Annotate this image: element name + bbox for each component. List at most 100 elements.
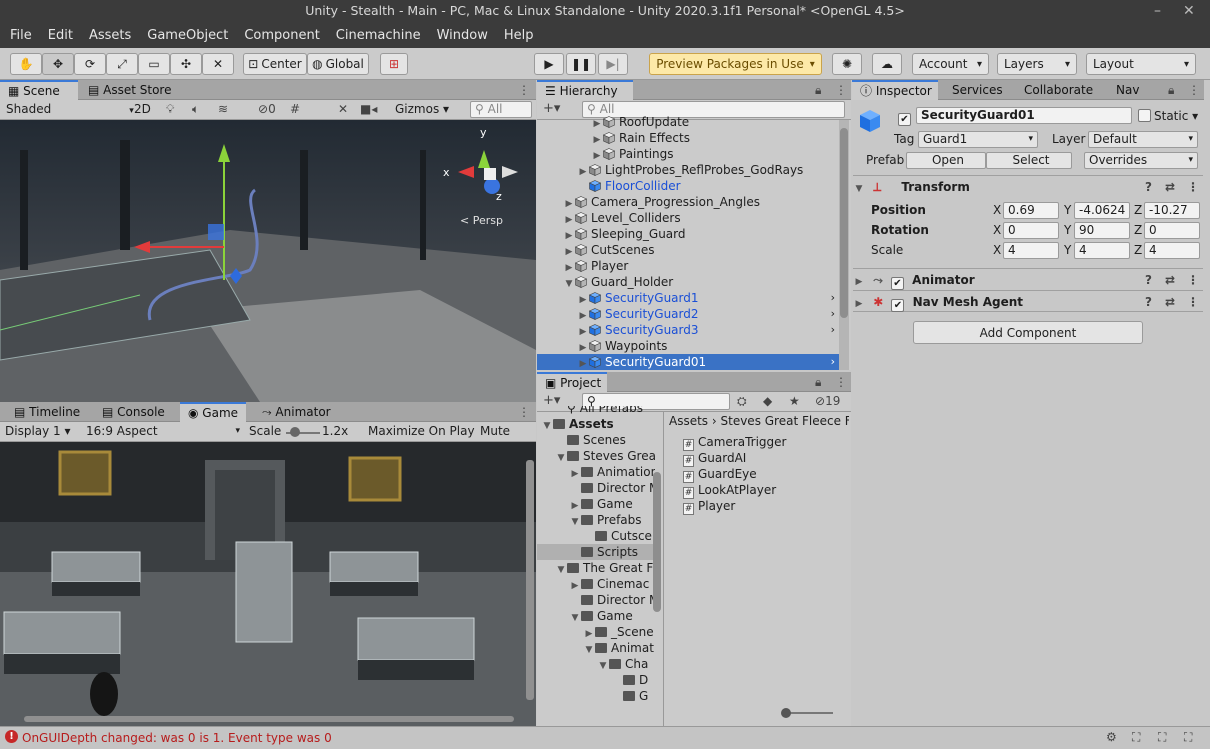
project-folder-item[interactable]: ▼ Animat: [537, 640, 655, 656]
menu-assets[interactable]: Assets: [89, 28, 131, 43]
transform-tool-icon[interactable]: ✣: [170, 53, 202, 75]
scene-viewport[interactable]: y x z < Persp: [0, 120, 536, 402]
rotation-x-field[interactable]: 0: [1003, 222, 1059, 239]
animator-more-icon[interactable]: ⋮: [1187, 269, 1199, 291]
hierarchy-scroll-thumb[interactable]: [840, 128, 848, 318]
position-z-label[interactable]: Z: [1134, 202, 1142, 219]
project-folder-item[interactable]: ▼ Cha: [537, 656, 655, 672]
foldout-icon[interactable]: ▶: [577, 356, 589, 370]
pivot-center-button[interactable]: ⊡ Center: [243, 53, 307, 75]
layout-dropdown[interactable]: Layout: [1086, 53, 1196, 75]
hierarchy-item[interactable]: ▶ Camera_Progression_Angles: [537, 194, 839, 210]
cloud-icon[interactable]: ☁: [872, 53, 902, 75]
scale-y-label[interactable]: Y: [1064, 242, 1071, 259]
rotation-y-field[interactable]: 90: [1074, 222, 1130, 239]
project-lock-icon[interactable]: 🔒︎: [815, 375, 821, 390]
component-more-icon[interactable]: ⋮: [1187, 176, 1199, 198]
hierarchy-item[interactable]: ▶ Waypoints: [537, 338, 839, 354]
hierarchy-more-icon[interactable]: ⋮: [835, 83, 847, 97]
position-y-field[interactable]: -4.0624: [1074, 202, 1130, 219]
snap-icon[interactable]: ⊞: [380, 53, 408, 75]
tag-dropdown[interactable]: Guard1 ▾: [918, 131, 1038, 148]
project-folder-item[interactable]: Director M: [537, 592, 655, 608]
rotation-y-label[interactable]: Y: [1064, 222, 1071, 239]
auto-generate-icon[interactable]: ⛶: [1132, 730, 1140, 745]
project-folder-item[interactable]: ▼ The Great F: [537, 560, 655, 576]
tab-hierarchy[interactable]: ☰ Hierarchy: [537, 80, 633, 100]
prefab-open-button[interactable]: Open: [906, 152, 986, 169]
transform-foldout-icon[interactable]: ▼: [853, 178, 865, 200]
effects-icon[interactable]: ≋: [218, 102, 228, 116]
project-folder-item[interactable]: G: [537, 688, 655, 704]
prefab-enter-icon[interactable]: ›: [831, 306, 835, 322]
inspector-more-icon[interactable]: ⋮: [1188, 83, 1200, 97]
project-folder-item[interactable]: ▶ Animation: [537, 464, 655, 480]
scale-z-label[interactable]: Z: [1134, 242, 1142, 259]
project-folder-item[interactable]: ▼ Game: [537, 608, 655, 624]
scale-z-field[interactable]: 4: [1144, 242, 1200, 259]
hierarchy-item[interactable]: ▶ Level_Colliders: [537, 210, 839, 226]
gizmos-dropdown[interactable]: Gizmos ▾: [395, 101, 449, 118]
rotation-z-field[interactable]: 0: [1144, 222, 1200, 239]
scale-x-label[interactable]: X: [993, 242, 1001, 259]
aspect-dropdown[interactable]: 16:9 Aspect ▾: [86, 423, 242, 440]
tab-collaborate[interactable]: Collaborate: [1016, 80, 1101, 100]
tab-console[interactable]: ▤ Console: [94, 402, 173, 422]
static-checkbox[interactable]: [1138, 109, 1151, 123]
tab-asset-store[interactable]: ▤ Asset Store: [80, 80, 180, 100]
move-tool-icon[interactable]: ✥: [42, 53, 74, 75]
active-checkbox[interactable]: ✔: [898, 109, 911, 126]
game-more-icon[interactable]: ⋮: [518, 405, 530, 419]
animator-enabled-checkbox[interactable]: ✔: [890, 277, 904, 290]
scene-search-input[interactable]: ⚲ All: [470, 101, 532, 118]
tab-services[interactable]: Services: [944, 80, 1011, 100]
script-file-item[interactable]: # GuardEye: [683, 466, 757, 483]
project-tree-scrollbar[interactable]: [653, 472, 661, 612]
project-folder-item[interactable]: D: [537, 672, 655, 688]
more-icon[interactable]: ⋮: [518, 83, 530, 97]
project-folder-item[interactable]: Scripts: [537, 544, 655, 560]
game-scrollbar[interactable]: [526, 460, 534, 700]
camera-icon[interactable]: ■◂: [360, 102, 377, 116]
navmesh-more-icon[interactable]: ⋮: [1187, 291, 1199, 313]
project-folder-item[interactable]: ▼ Prefabs: [537, 512, 655, 528]
hierarchy-item[interactable]: ▶ SecurityGuard2 ›: [537, 306, 839, 322]
transform-header[interactable]: ▼ ⟂ Transform ? ⇄ ⋮: [853, 175, 1203, 197]
rotation-z-label[interactable]: Z: [1134, 222, 1142, 239]
help-icon[interactable]: ?: [1145, 176, 1152, 198]
scale-x-field[interactable]: 4: [1003, 242, 1059, 259]
script-file-item[interactable]: # GuardAI: [683, 450, 746, 467]
script-file-item[interactable]: # Player: [683, 498, 735, 515]
hidden-packages-icon[interactable]: ⊘19: [815, 394, 840, 408]
hierarchy-item[interactable]: ▶ Player: [537, 258, 839, 274]
menu-component[interactable]: Component: [244, 28, 319, 43]
tab-animator[interactable]: ⤳ Animator: [254, 402, 339, 422]
pause-icon[interactable]: ❚❚: [566, 53, 596, 75]
navmesh-help-icon[interactable]: ?: [1145, 291, 1152, 313]
hierarchy-scrollbar[interactable]: [839, 120, 849, 370]
rect-tool-icon[interactable]: ▭: [138, 53, 170, 75]
position-y-label[interactable]: Y: [1064, 202, 1071, 219]
project-folder-item[interactable]: ⚲ All Prefabs: [537, 406, 655, 416]
breadcrumb-folder[interactable]: Steves Great Fleece Fi: [721, 414, 850, 428]
rotate-tool-icon[interactable]: ⟳: [74, 53, 106, 75]
presets-icon[interactable]: ⇄: [1165, 176, 1175, 198]
custom-tool-icon[interactable]: ✕: [202, 53, 234, 75]
preview-packages-button[interactable]: Preview Packages in Use: [649, 53, 822, 75]
hierarchy-item[interactable]: ▼ Guard_Holder: [537, 274, 839, 290]
project-folder-item[interactable]: Director M: [537, 480, 655, 496]
menu-edit[interactable]: Edit: [48, 28, 73, 43]
shading-dropdown[interactable]: Shaded ▾: [6, 101, 134, 120]
tab-scene[interactable]: ▦ Scene: [0, 80, 78, 100]
scale-slider-thumb[interactable]: [290, 427, 300, 437]
static-dropdown[interactable]: Static ▾: [1154, 108, 1198, 125]
prefab-enter-icon[interactable]: ›: [831, 290, 835, 306]
add-component-button[interactable]: Add Component: [913, 321, 1143, 344]
visibility-icon[interactable]: ⊘0: [258, 102, 276, 116]
tools-icon[interactable]: ✕: [338, 102, 348, 116]
prefab-select-button[interactable]: Select: [986, 152, 1072, 169]
2d-toggle[interactable]: 2D: [134, 101, 151, 118]
breadcrumb-assets[interactable]: Assets: [669, 414, 708, 428]
play-icon[interactable]: ▶: [534, 53, 564, 75]
prefab-enter-icon[interactable]: ›: [831, 354, 835, 370]
